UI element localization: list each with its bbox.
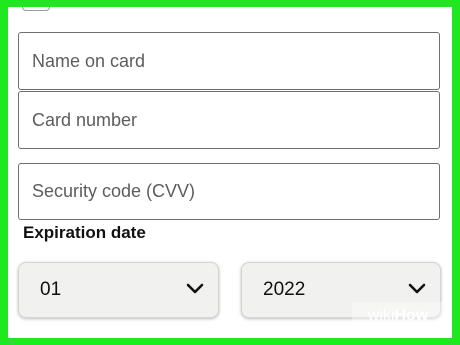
chevron-down-icon	[186, 283, 204, 294]
card-number-field[interactable]	[18, 91, 440, 149]
checkbox-partial[interactable]	[22, 7, 50, 11]
expiration-date-label: Expiration date	[23, 223, 146, 242]
expiration-year-value: 2022	[263, 279, 306, 300]
name-on-card-input[interactable]	[19, 33, 439, 89]
expiration-month-value: 01	[40, 279, 62, 300]
security-code-field[interactable]	[18, 163, 440, 220]
payment-form: Expiration date 01 2022 wikiHow	[8, 7, 452, 338]
expiration-month-select[interactable]: 01	[18, 262, 219, 318]
name-on-card-field[interactable]	[18, 32, 440, 90]
watermark-suffix: How	[394, 307, 429, 324]
wikihow-watermark: wikiHow	[352, 302, 444, 330]
card-number-input[interactable]	[19, 92, 439, 148]
watermark-prefix: wiki	[367, 307, 395, 324]
security-code-input[interactable]	[19, 164, 439, 219]
chevron-down-icon	[408, 283, 426, 294]
